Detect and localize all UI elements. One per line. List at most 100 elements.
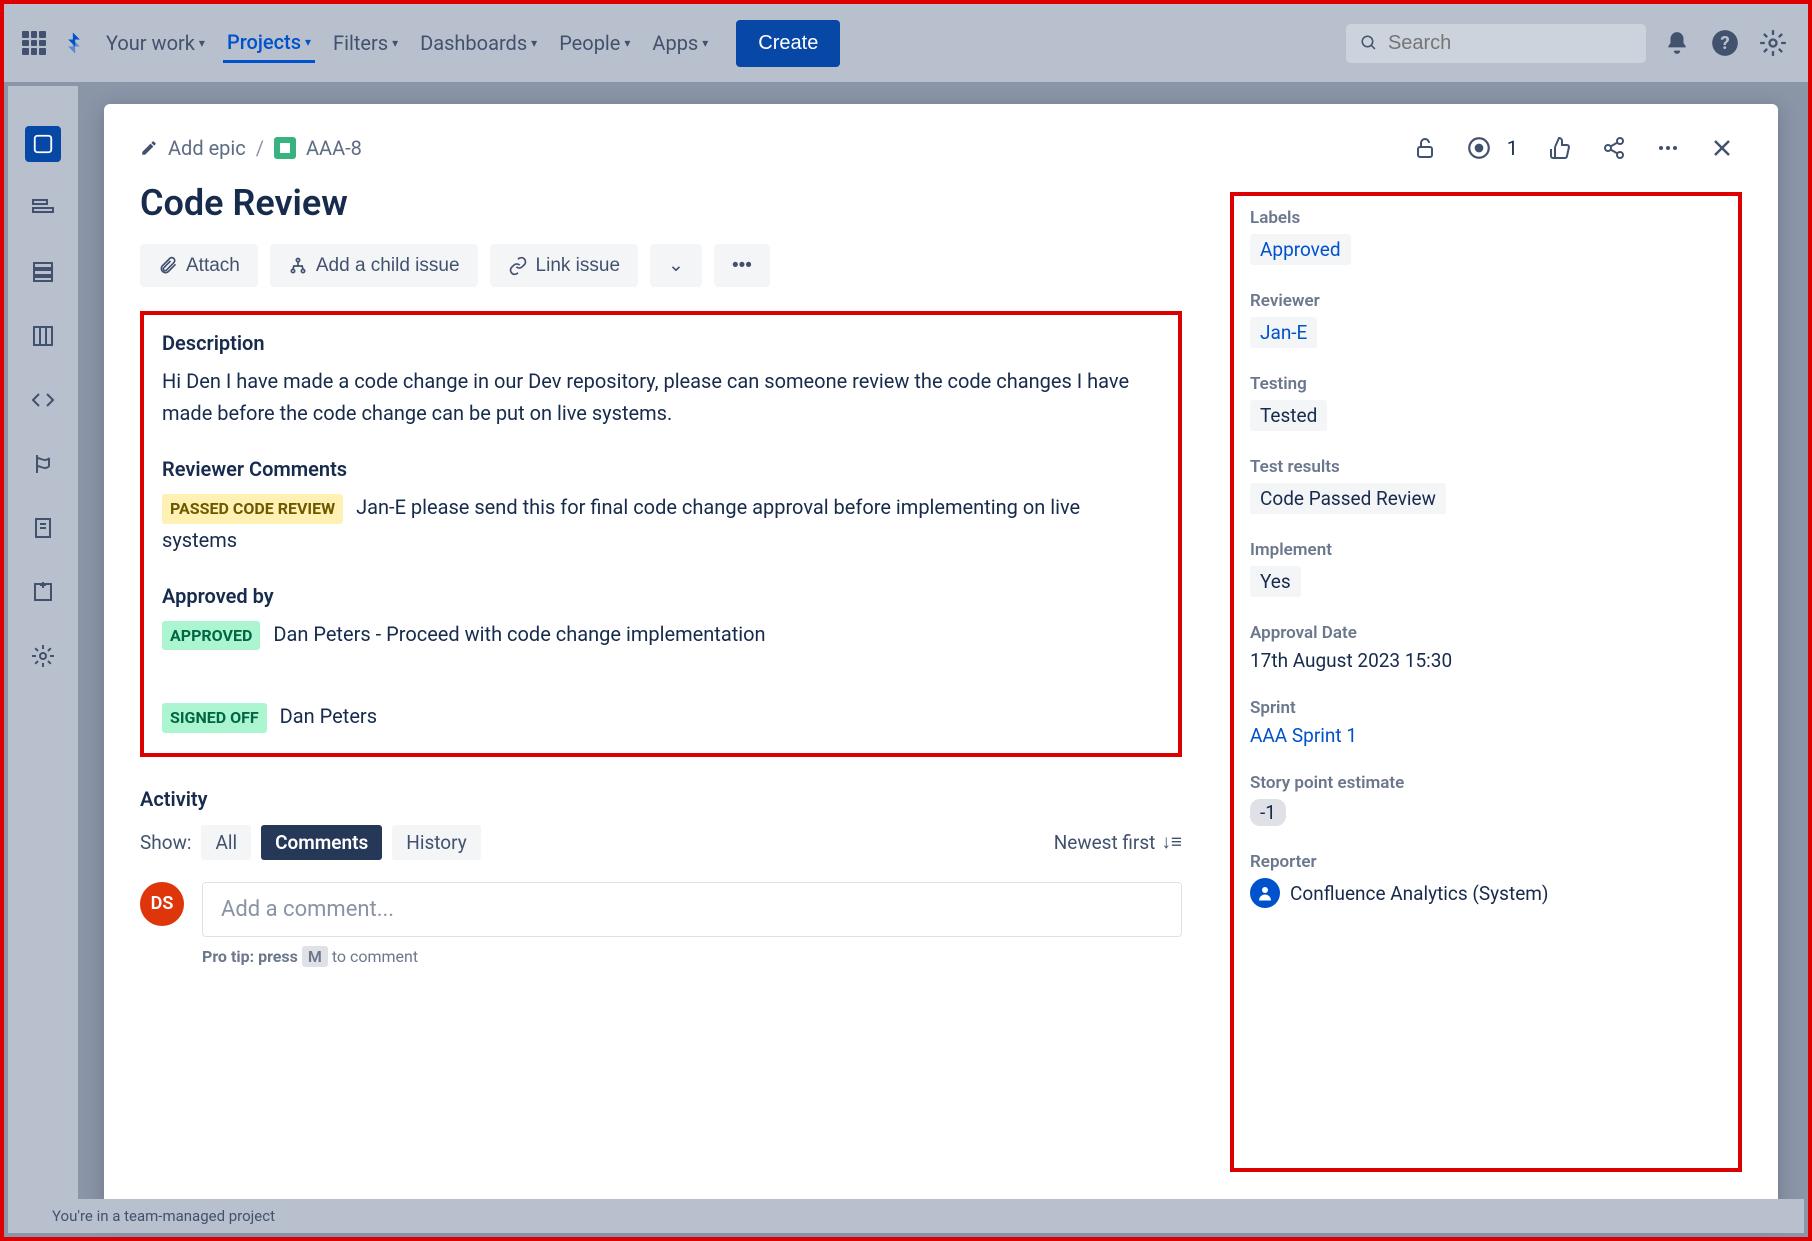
close-icon[interactable]: [1702, 128, 1742, 168]
issue-modal: Add epic / AAA-8 1 Code Review Attach Ad…: [104, 104, 1778, 1217]
description-highlight-box: Description Hi Den I have made a code ch…: [140, 311, 1182, 757]
notifications-icon[interactable]: [1660, 26, 1694, 60]
approved-by-text: APPROVED Dan Peters - Proceed with code …: [162, 618, 1160, 651]
nav-filters[interactable]: Filters ▾: [329, 25, 402, 61]
nav-label: Projects: [227, 30, 301, 54]
share-icon[interactable]: [1594, 128, 1634, 168]
sort-label: Newest first: [1054, 831, 1156, 854]
test-results-value[interactable]: Code Passed Review: [1250, 483, 1446, 514]
story-points-value[interactable]: -1: [1250, 799, 1286, 826]
sidebar-releases-icon[interactable]: [25, 446, 61, 482]
implement-label: Implement: [1250, 540, 1722, 560]
labels-label: Labels: [1250, 208, 1722, 228]
search-input[interactable]: [1388, 32, 1632, 55]
app-switcher-icon[interactable]: [22, 31, 46, 55]
tab-comments[interactable]: Comments: [261, 825, 382, 860]
sidebar-code-icon[interactable]: [25, 382, 61, 418]
chevron-down-icon: ▾: [305, 35, 311, 49]
help-icon[interactable]: ?: [1708, 26, 1742, 60]
top-nav: Your work▾ Projects▾ Filters▾ Dashboards…: [4, 4, 1808, 82]
activity-tabs: Show: All Comments History Newest first …: [140, 825, 1182, 860]
sprint-label: Sprint: [1250, 698, 1722, 718]
like-icon[interactable]: [1540, 128, 1580, 168]
protip-pre: Pro tip: press: [202, 947, 298, 966]
passed-review-pill: PASSED CODE REVIEW: [162, 494, 343, 524]
link-issue-button[interactable]: Link issue: [490, 244, 639, 287]
jira-logo-icon[interactable]: [60, 29, 88, 57]
nav-people[interactable]: People ▾: [555, 25, 634, 61]
nav-label: Your work: [106, 31, 195, 55]
sprint-value[interactable]: AAA Sprint 1: [1250, 724, 1722, 747]
link-icon: [508, 256, 528, 276]
attach-button[interactable]: Attach: [140, 244, 258, 287]
more-icon[interactable]: [1648, 128, 1688, 168]
lock-icon[interactable]: [1405, 128, 1445, 168]
svg-text:?: ?: [1720, 32, 1729, 54]
reporter-value-row[interactable]: Confluence Analytics (System): [1250, 878, 1722, 908]
nav-dashboards[interactable]: Dashboards ▾: [416, 25, 541, 61]
reviewer-label: Reviewer: [1250, 291, 1722, 311]
side-fields-highlight-box: Labels Approved Reviewer Jan-E Testing T…: [1230, 192, 1742, 1172]
pencil-icon: [140, 139, 158, 157]
sort-button[interactable]: Newest first ↓≡: [1054, 830, 1182, 854]
sidebar-project-icon[interactable]: [25, 126, 61, 162]
sidebar-add-icon[interactable]: [25, 574, 61, 610]
tab-all[interactable]: All: [201, 825, 251, 860]
pro-tip: Pro tip: press M to comment: [202, 947, 1182, 966]
add-epic-link[interactable]: Add epic: [168, 136, 246, 160]
issue-title[interactable]: Code Review: [140, 182, 1182, 224]
approval-date-label: Approval Date: [1250, 623, 1722, 643]
user-avatar[interactable]: DS: [140, 882, 184, 926]
story-points-label: Story point estimate: [1250, 773, 1722, 793]
nav-apps[interactable]: Apps▾: [648, 25, 712, 61]
chevron-down-icon: ▾: [624, 36, 630, 50]
nav-label: Dashboards: [420, 31, 527, 55]
tree-icon: [288, 256, 308, 276]
chevron-down-icon: ⌄: [668, 254, 684, 277]
chevron-down-icon: ▾: [392, 36, 398, 50]
protip-post: to comment: [332, 947, 418, 966]
more-actions-button[interactable]: •••: [714, 244, 770, 287]
approved-pill: APPROVED: [162, 621, 260, 651]
approval-date-value[interactable]: 17th August 2023 15:30: [1250, 649, 1722, 672]
watch-count: 1: [1507, 136, 1518, 160]
nav-label: Filters: [333, 31, 388, 55]
add-child-label: Add a child issue: [316, 255, 460, 277]
sidebar-roadmap-icon[interactable]: [25, 190, 61, 226]
sidebar-backlog-icon[interactable]: [25, 254, 61, 290]
comment-row: DS Add a comment...: [140, 882, 1182, 937]
create-button[interactable]: Create: [736, 20, 840, 67]
reviewer-comments-label: Reviewer Comments: [162, 457, 1160, 481]
nav-label: People: [559, 31, 620, 55]
implement-value[interactable]: Yes: [1250, 566, 1301, 597]
add-child-button[interactable]: Add a child issue: [270, 244, 478, 287]
activity-label: Activity: [140, 787, 1182, 811]
issue-key[interactable]: AAA-8: [306, 136, 362, 160]
sort-icon: ↓≡: [1161, 830, 1182, 854]
sidebar-board-icon[interactable]: [25, 318, 61, 354]
reviewer-value[interactable]: Jan-E: [1250, 317, 1317, 348]
search-box[interactable]: [1346, 24, 1646, 63]
nav-projects[interactable]: Projects ▾: [223, 24, 315, 63]
reporter-label: Reporter: [1250, 852, 1722, 872]
description-text[interactable]: Hi Den I have made a code change in our …: [162, 365, 1160, 429]
modal-header: Add epic / AAA-8 1: [104, 104, 1778, 168]
settings-icon[interactable]: [1756, 26, 1790, 60]
approved-by-label: Approved by: [162, 584, 1160, 608]
tab-history[interactable]: History: [392, 825, 480, 860]
testing-value[interactable]: Tested: [1250, 400, 1327, 431]
more-icon: •••: [732, 255, 752, 277]
chevron-down-icon: ▾: [531, 36, 537, 50]
watch-icon[interactable]: [1459, 128, 1499, 168]
sidebar-pages-icon[interactable]: [25, 510, 61, 546]
link-dropdown-button[interactable]: ⌄: [650, 244, 702, 287]
chevron-down-icon: ▾: [702, 36, 708, 50]
nav-your-work[interactable]: Your work▾: [102, 25, 209, 61]
sidebar-settings-icon[interactable]: [25, 638, 61, 674]
issue-type-icon[interactable]: [274, 137, 296, 159]
signed-off-pill: SIGNED OFF: [162, 703, 267, 733]
comment-input[interactable]: Add a comment...: [202, 882, 1182, 937]
link-issue-label: Link issue: [536, 255, 621, 277]
labels-value[interactable]: Approved: [1250, 234, 1351, 265]
reviewer-comments-text: PASSED CODE REVIEW Jan-E please send thi…: [162, 491, 1160, 556]
